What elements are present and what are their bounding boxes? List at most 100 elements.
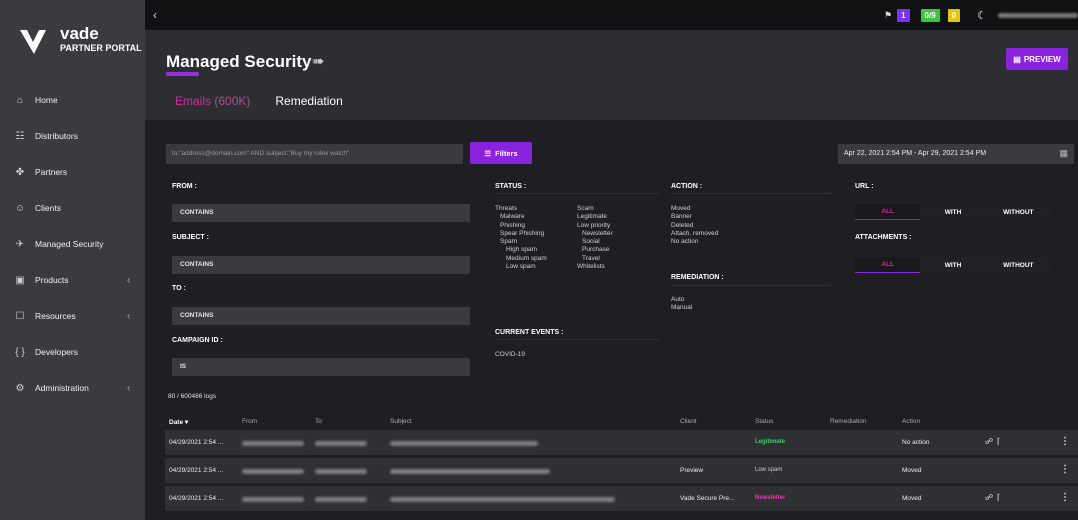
col-remediation[interactable]: Remediation [830, 418, 867, 425]
dark-mode-icon[interactable]: ☾ [977, 9, 987, 22]
preview-button[interactable]: ▤ PREVIEW [1006, 48, 1068, 70]
filter-purchase[interactable]: Purchase [577, 246, 613, 254]
filter-attach-removed[interactable]: Attach. removed [671, 230, 718, 238]
sidebar-item-label: Resources [35, 311, 76, 321]
col-client[interactable]: Client [680, 418, 697, 425]
sliders-icon: ☰ [484, 148, 492, 158]
filter-high-spam[interactable]: High spam [495, 246, 547, 254]
sidebar-item-label: Partners [35, 167, 68, 177]
filter-manual[interactable]: Manual [671, 304, 692, 312]
chevron-left-icon: ‹ [127, 382, 131, 394]
graduation-icon[interactable]: ⚑ [884, 10, 892, 21]
user-name[interactable] [998, 12, 1078, 18]
search-input[interactable]: to:"address@domain.com" AND subject:"Buy… [166, 144, 463, 164]
filter-newsletter[interactable]: Newsletter [577, 230, 613, 238]
sidebar-item-developers[interactable]: { } Developers [0, 334, 145, 370]
table-row[interactable]: 04/29/2021 2:54 ... Legitimate No action… [165, 430, 1078, 455]
notification-badge[interactable]: 1 [897, 8, 910, 22]
campaign-heading: CAMPAIGN ID : [172, 337, 223, 344]
filter-legitimate[interactable]: Legitimate [577, 213, 613, 221]
resources-icon: ☐ [15, 310, 25, 322]
filter-whitelists[interactable]: Whitelists [577, 263, 613, 271]
filter-scam[interactable]: Scam [577, 205, 613, 213]
rocket-icon: ✈ [15, 238, 25, 250]
filter-banner[interactable]: Banner [671, 213, 718, 221]
filter-covid[interactable]: COVID-19 [495, 351, 525, 359]
subject-condition[interactable]: CONTAINS [172, 256, 470, 274]
row-subject [390, 497, 615, 502]
filter-spam[interactable]: Spam [495, 238, 547, 246]
url-with-option[interactable]: WITH [920, 204, 986, 220]
col-status[interactable]: Status [755, 418, 773, 425]
filter-phishing[interactable]: Phishing [495, 222, 547, 230]
filter-medium-spam[interactable]: Medium spam [495, 255, 547, 263]
attachments-without-option[interactable]: WITHOUT [985, 257, 1051, 273]
row-menu-icon[interactable]: ⋮ [1060, 464, 1070, 475]
title-underline [166, 72, 199, 76]
clients-icon: ☺ [14, 202, 26, 214]
sidebar-item-products[interactable]: ▣ Products ‹ [0, 262, 145, 298]
tasks-badge[interactable]: 0/9 [920, 8, 940, 22]
col-to[interactable]: To [315, 418, 322, 425]
sidebar-item-distributors[interactable]: ☷ Distributors [0, 118, 145, 154]
brand-logo[interactable]: vade PARTNER PORTAL [18, 24, 142, 64]
filter-social[interactable]: Social [577, 238, 613, 246]
col-subject[interactable]: Subject [390, 418, 412, 425]
to-condition[interactable]: CONTAINS [172, 307, 470, 325]
tab-remediation[interactable]: Remediation [275, 94, 342, 108]
campaign-condition[interactable]: IS [172, 358, 470, 376]
main-content: to:"address@domain.com" AND subject:"Buy… [145, 120, 1078, 520]
sidebar-item-resources[interactable]: ☐ Resources ‹ [0, 298, 145, 334]
filter-spear-phishing[interactable]: Spear Phishing [495, 230, 547, 238]
attachments-with-option[interactable]: WITH [920, 257, 986, 273]
attachments-all-option[interactable]: ALL [855, 257, 921, 273]
row-action: Moved [902, 467, 922, 474]
col-from[interactable]: From [242, 418, 257, 425]
filter-auto[interactable]: Auto [671, 296, 692, 304]
row-from [242, 497, 304, 502]
attachment-icon: ⌈ [997, 437, 1001, 446]
table-row[interactable]: 04/29/2021 2:54 ... Vade Secure Pre... N… [165, 486, 1078, 511]
status-list-right: Scam Legitimate Low priority Newsletter … [577, 205, 613, 271]
current-events-list: COVID-19 [495, 351, 525, 359]
sidebar-item-clients[interactable]: ☺ Clients [0, 190, 145, 226]
from-condition[interactable]: CONTAINS [172, 204, 470, 222]
url-heading: URL : [855, 183, 874, 190]
row-menu-icon[interactable]: ⋮ [1060, 492, 1070, 503]
sidebar-item-administration[interactable]: ⚙ Administration ‹ [0, 370, 145, 406]
sidebar-item-label: Home [35, 95, 58, 105]
filters-button[interactable]: ☰ Filters [470, 142, 532, 164]
divider [495, 193, 660, 194]
col-action[interactable]: Action [902, 418, 920, 425]
row-menu-icon[interactable]: ⋮ [1060, 436, 1070, 447]
filter-no-action[interactable]: No action [671, 238, 718, 246]
filter-travel[interactable]: Travel [577, 255, 613, 263]
calendar-icon[interactable]: ▦ [1059, 148, 1068, 159]
vade-logo-icon [20, 30, 46, 54]
filter-malware[interactable]: Malware [495, 213, 547, 221]
status-list-left: Threats Malware Phishing Spear Phishing … [495, 205, 547, 271]
tab-emails[interactable]: Emails (600K) [175, 94, 250, 108]
sidebar-item-managed-security[interactable]: ✈ Managed Security [0, 226, 145, 262]
collapse-sidebar-icon[interactable]: ‹ [153, 8, 157, 22]
filter-moved[interactable]: Moved [671, 205, 718, 213]
filters-label: Filters [495, 148, 518, 158]
filter-deleted[interactable]: Deleted [671, 222, 718, 230]
url-without-option[interactable]: WITHOUT [985, 204, 1051, 220]
url-all-option[interactable]: ALL [855, 204, 921, 220]
row-client: Vade Secure Pre... [680, 495, 735, 502]
sidebar-item-home[interactable]: ⌂ Home [0, 82, 145, 118]
date-range-input[interactable]: Apr 22, 2021 2:54 PM - Apr 29, 2021 2:54… [838, 144, 1074, 164]
sidebar-item-partners[interactable]: ✤ Partners [0, 154, 145, 190]
attachments-heading: ATTACHMENTS : [855, 234, 912, 241]
table-row[interactable]: 04/29/2021 2:54 ... Preview Low spam Mov… [165, 458, 1078, 483]
row-to [315, 469, 367, 474]
alerts-badge[interactable]: 0 [947, 8, 961, 22]
sort-down-icon: ▾ [184, 419, 189, 426]
filter-low-priority[interactable]: Low priority [577, 222, 613, 230]
filter-threats[interactable]: Threats [495, 205, 547, 213]
row-status: Newsletter [755, 495, 786, 501]
filter-low-spam[interactable]: Low spam [495, 263, 547, 271]
divider [671, 285, 831, 286]
col-date[interactable]: Date ▾ [169, 418, 188, 426]
